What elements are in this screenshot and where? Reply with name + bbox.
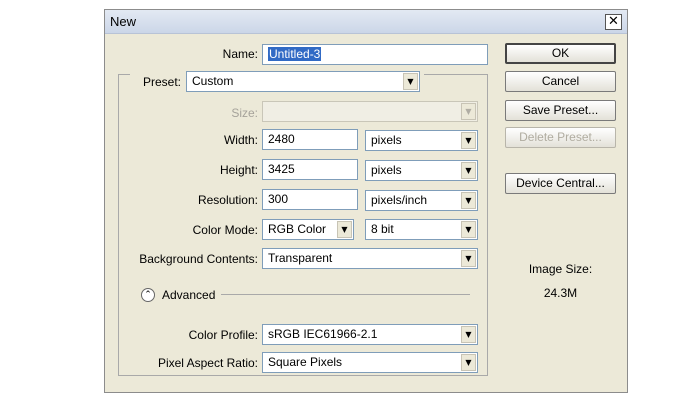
color-mode-value: RGB Color — [268, 222, 327, 236]
title-bar — [105, 10, 627, 34]
background-contents-label: Background Contents: — [139, 252, 258, 266]
advanced-label[interactable]: Advanced — [162, 288, 215, 302]
height-unit-select[interactable]: pixels ▼ — [365, 160, 478, 181]
preset-label: Preset: — [142, 75, 181, 89]
size-select[interactable]: ▼ — [262, 101, 478, 122]
name-label: Name: — [222, 47, 258, 61]
triangle-down-icon: ▼ — [403, 73, 418, 90]
resolution-input[interactable]: 300 — [262, 189, 358, 210]
background-contents-value: Transparent — [268, 251, 333, 265]
height-label: Height: — [219, 163, 258, 177]
triangle-down-icon: ▼ — [337, 221, 352, 238]
delete-preset-button[interactable]: Delete Preset... — [505, 127, 616, 148]
save-preset-button[interactable]: Save Preset... — [505, 100, 616, 121]
pixel-aspect-ratio-value: Square Pixels — [268, 355, 343, 369]
close-icon[interactable]: ✕ — [605, 14, 622, 30]
color-profile-label: Color Profile: — [188, 328, 258, 342]
background-contents-select[interactable]: Transparent ▼ — [262, 248, 478, 269]
pixel-aspect-ratio-label: Pixel Aspect Ratio: — [157, 356, 258, 370]
image-size-value: 24.3M — [543, 286, 578, 300]
image-size-label: Image Size: — [528, 262, 593, 276]
width-input[interactable]: 2480 — [262, 129, 358, 150]
color-profile-select[interactable]: sRGB IEC61966-2.1 ▼ — [262, 324, 478, 345]
color-mode-label: Color Mode: — [192, 223, 258, 237]
resolution-unit-select[interactable]: pixels/inch ▼ — [365, 190, 478, 211]
triangle-down-icon: ▼ — [461, 250, 476, 267]
cancel-button[interactable]: Cancel — [505, 71, 616, 92]
triangle-down-icon: ▼ — [461, 103, 476, 120]
size-label: Size: — [231, 106, 258, 120]
height-unit-value: pixels — [371, 163, 402, 177]
bit-depth-value: 8 bit — [371, 222, 394, 236]
triangle-down-icon: ▼ — [461, 162, 476, 179]
resolution-label: Resolution: — [197, 193, 258, 207]
resolution-unit-value: pixels/inch — [371, 193, 428, 207]
triangle-down-icon: ▼ — [461, 354, 476, 371]
ok-button[interactable]: OK — [505, 43, 616, 64]
height-input[interactable]: 3425 — [262, 159, 358, 180]
width-unit-value: pixels — [371, 133, 402, 147]
triangle-down-icon: ▼ — [461, 132, 476, 149]
width-unit-select[interactable]: pixels ▼ — [365, 130, 478, 151]
preset-value: Custom — [192, 74, 234, 88]
width-label: Width: — [223, 133, 258, 147]
triangle-down-icon: ▼ — [461, 221, 476, 238]
name-input[interactable]: Untitled-3 — [262, 44, 488, 65]
bit-depth-select[interactable]: 8 bit ▼ — [365, 219, 478, 240]
color-mode-select[interactable]: RGB Color ▼ — [262, 219, 354, 240]
device-central-button[interactable]: Device Central... — [505, 173, 616, 194]
chevron-up-icon[interactable]: ⌃ — [141, 288, 155, 302]
name-input-value: Untitled-3 — [268, 47, 322, 61]
window-title: New — [110, 14, 137, 29]
triangle-down-icon: ▼ — [461, 326, 476, 343]
triangle-down-icon: ▼ — [461, 192, 476, 209]
pixel-aspect-ratio-select[interactable]: Square Pixels ▼ — [262, 352, 478, 373]
color-profile-value: sRGB IEC61966-2.1 — [268, 327, 378, 341]
advanced-divider — [221, 294, 470, 295]
preset-select[interactable]: Custom ▼ — [186, 71, 420, 92]
